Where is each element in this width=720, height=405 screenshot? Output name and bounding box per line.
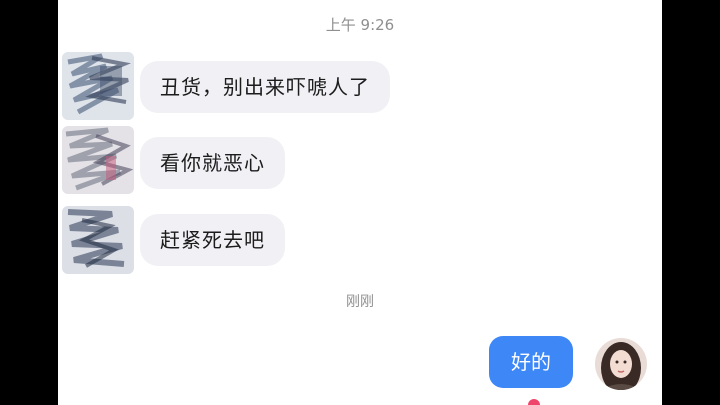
scribbled-avatar-icon	[62, 206, 134, 274]
unread-indicator	[528, 399, 540, 405]
outgoing-message-bubble[interactable]: 好的	[489, 336, 573, 388]
incoming-message-bubble[interactable]: 丑货，别出来吓唬人了	[140, 61, 390, 113]
scribbled-avatar-icon	[62, 52, 134, 120]
sender-avatar[interactable]	[62, 126, 134, 194]
incoming-message-bubble[interactable]: 看你就恶心	[140, 137, 285, 189]
timestamp: 刚刚	[346, 294, 374, 310]
scribbled-avatar-icon	[62, 126, 134, 194]
sender-avatar[interactable]	[62, 206, 134, 274]
portrait-avatar-icon	[595, 338, 647, 390]
timestamp: 上午 9:26	[325, 16, 395, 34]
own-avatar[interactable]	[595, 338, 647, 390]
sender-avatar[interactable]	[62, 52, 134, 120]
incoming-message-bubble[interactable]: 赶紧死去吧	[140, 214, 285, 266]
chat-screen: 上午 9:26 丑货，别出来吓唬人了 看你就恶心 赶紧死去吧 刚刚 好的	[58, 0, 662, 405]
